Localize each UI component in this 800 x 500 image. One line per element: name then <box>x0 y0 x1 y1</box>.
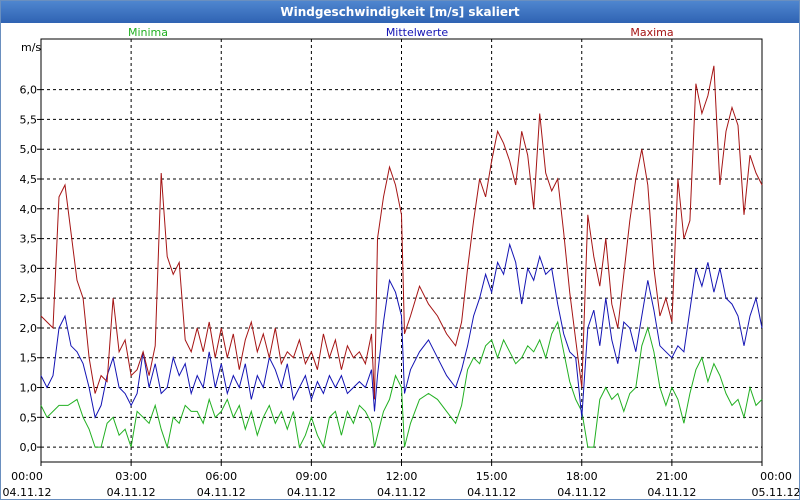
y-tick-label: 3,0 <box>20 262 38 275</box>
legend-item-mittelwerte: Mittelwerte <box>386 26 449 39</box>
y-tick-label: 6,0 <box>20 84 38 97</box>
x-tick-date: 05.11.12 <box>752 486 799 499</box>
x-tick-date: 04.11.12 <box>377 486 426 499</box>
chart-window: Windgeschwindigkeit [m/s] skaliert 0,0 0,… <box>0 0 800 500</box>
y-tick-label: 3,5 <box>20 233 38 246</box>
y-tick-label: 2,0 <box>20 322 38 335</box>
y-tick-label: 4,5 <box>20 173 38 186</box>
x-tick-time: 06:00 <box>205 470 237 483</box>
y-tick-label: 5,0 <box>20 143 38 156</box>
legend-item-maxima: Maxima <box>630 26 673 39</box>
x-tick-time: 09:00 <box>296 470 328 483</box>
x-tick-time: 18:00 <box>566 470 598 483</box>
legend: Minima Mittelwerte Maxima <box>128 26 674 39</box>
y-tick-label: 0,0 <box>20 441 38 454</box>
y-axis: 0,0 0,5 1,0 1,5 2,0 2,5 3,0 3,5 4,0 4,5 5,0 5,5 6,0 <box>20 84 41 454</box>
y-tick-label: 0,5 <box>20 411 38 424</box>
x-tick-date: 04.11.12 <box>3 486 52 499</box>
x-tick-time: 03:00 <box>115 470 147 483</box>
x-tick-date: 04.11.12 <box>197 486 246 499</box>
x-tick-date: 04.11.12 <box>287 486 336 499</box>
x-tick-date: 04.11.12 <box>467 486 516 499</box>
y-tick-label: 5,5 <box>20 113 38 126</box>
x-tick-time: 15:00 <box>476 470 508 483</box>
x-tick-time: 21:00 <box>656 470 688 483</box>
x-axis: 00:00 04.11.12 03:00 04.11.12 06:00 04.11.12 0… <box>3 462 799 499</box>
window-title: Windgeschwindigkeit [m/s] skaliert <box>1 1 799 23</box>
y-tick-label: 1,0 <box>20 382 38 395</box>
x-tick-time: 12:00 <box>386 470 418 483</box>
y-tick-label: 2,5 <box>20 292 38 305</box>
y-axis-label: m/s <box>21 41 41 54</box>
legend-item-minima: Minima <box>128 26 168 39</box>
y-tick-label: 1,5 <box>20 352 38 365</box>
x-tick-time: 00:00 <box>760 470 792 483</box>
x-tick-date: 04.11.12 <box>647 486 696 499</box>
x-tick-time: 00:00 <box>11 470 43 483</box>
x-tick-date: 04.11.12 <box>557 486 606 499</box>
x-tick-date: 04.11.12 <box>107 486 156 499</box>
line-chart: 0,00,51,01,52,02,53,03,54,04,55,05,56,0 … <box>3 26 799 499</box>
y-tick-label: 4,0 <box>20 203 38 216</box>
